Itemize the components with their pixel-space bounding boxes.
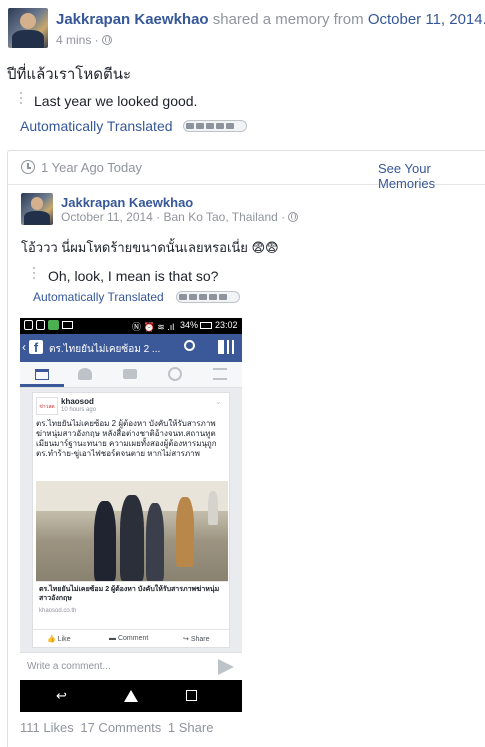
link-preview[interactable]: ตร.ไทยยันไม่เคยซ้อม 2 ผู้ต้องหา บังคับให… (36, 581, 228, 619)
engagement-counts: 111 Likes 17 Comments 1 Share (20, 720, 213, 735)
memory-date-location-text[interactable]: October 11, 2014 · Ban Ko Tao, Thailand … (61, 210, 285, 224)
comment-label: Comment (117, 635, 149, 642)
android-nav-bar: ↩ (20, 680, 242, 712)
comments-count[interactable]: 17 Comments (80, 720, 161, 735)
clock-history-icon (21, 160, 35, 174)
comment-bar: Write a comment... (20, 652, 242, 680)
person-figure (94, 501, 116, 581)
active-tab-indicator (20, 384, 64, 387)
post-text: ปีที่แล้วเราโหดตีนะ (7, 66, 132, 83)
share-label: Share (190, 636, 210, 643)
link-title: ตร.ไทยยันไม่เคยซ้อม 2 ผู้ต้องหา บังคับให… (39, 586, 220, 602)
home-icon (124, 690, 138, 702)
messages-icon (123, 369, 137, 379)
post-translation: Last year we looked good. (34, 93, 198, 109)
app-icon (24, 320, 33, 330)
translation-dots-icon (20, 92, 22, 107)
news-photo (36, 481, 228, 581)
translation-rating-icon[interactable] (183, 120, 247, 132)
share-headline: Jakkrapan Kaewkhao shared a memory from … (56, 11, 485, 28)
globe-notifications-icon (168, 367, 182, 381)
search-icon (184, 340, 195, 351)
auto-translated-link[interactable]: Automatically Translated (20, 118, 173, 134)
shares-count[interactable]: 1 Share (168, 720, 214, 735)
author-name-link[interactable]: Jakkrapan Kaewkhao (56, 11, 209, 28)
chevron-down-icon: ⌄ (215, 397, 222, 406)
post-actions: 👍 Like ▬ Comment ↪ Share (33, 629, 231, 647)
memory-date-location: October 11, 2014 · Ban Ko Tao, Thailand … (61, 210, 299, 224)
fb-page-title: ตร.ไทยยันไม่เคยซ้อม 2 ... (49, 344, 161, 355)
image-icon (62, 321, 73, 329)
send-icon[interactable] (218, 659, 234, 675)
like-label: Like (57, 636, 71, 643)
post-time-ago: 10 hours ago (61, 407, 97, 413)
person-figure (146, 503, 164, 581)
memory-label: 1 Year Ago Today (41, 160, 142, 175)
friends-icon (218, 340, 234, 354)
post-body: ตร.ไทยยันไม่เคยซ้อม 2 ผู้ต้องหา บังคับให… (36, 419, 217, 458)
back-chevron-icon: ‹ (22, 340, 26, 354)
facebook-logo-icon: f (29, 340, 43, 355)
memory-date-link[interactable]: October 11, 2014. (368, 11, 485, 28)
phone-clock: 23:02 (215, 320, 238, 330)
see-memories-link[interactable]: See Your Memories (378, 161, 485, 191)
recent-apps-icon (186, 690, 197, 701)
memory-auto-translated-link[interactable]: Automatically Translated (33, 290, 164, 304)
message-icon (48, 320, 59, 330)
author-avatar[interactable] (8, 8, 48, 48)
post-time[interactable]: 4 mins · (56, 33, 99, 47)
share-button[interactable]: ↪ Share (183, 635, 210, 643)
menu-icon (213, 368, 227, 380)
comment-button[interactable]: ▬ Comment (109, 635, 148, 642)
khaosod-logo-icon: ข่าวสด (36, 397, 58, 415)
memory-author-name[interactable]: Jakkrapan Kaewkhao (61, 195, 193, 210)
memory-translation: Oh, look, I mean is that so? (48, 268, 219, 284)
post-meta: 4 mins · (56, 33, 112, 47)
friends-tab-icon (78, 368, 92, 380)
news-feed-icon (35, 369, 49, 380)
memory-author-avatar[interactable] (21, 193, 53, 225)
memory-translation-rating-icon[interactable] (176, 291, 240, 303)
memory-post-text: โอ้ววว นี่ผมโหดร้ายขนาดนั้นเลยหรอเนี่ย 😨… (21, 240, 279, 255)
like-button[interactable]: 👍 Like (47, 635, 71, 643)
translation-dots-icon (33, 267, 35, 282)
shared-photo-screenshot[interactable]: Ⓝ ⏰ ≋ .ıl 34% 23:02 ‹ f ตร.ไทยยันไม่เคยซ… (20, 318, 242, 712)
post-source: khaosod (61, 397, 94, 406)
comment-input[interactable]: Write a comment... (27, 661, 111, 672)
phone-status-bar: Ⓝ ⏰ ≋ .ıl 34% 23:02 (20, 318, 242, 334)
back-icon: ↩ (56, 688, 67, 703)
battery-percent: 34% (180, 320, 199, 330)
link-domain: khaosod.co.th (39, 608, 77, 614)
fb-shared-post: ข่าวสด khaosod 10 hours ago ⌄ ตร.ไทยยันไ… (32, 392, 231, 648)
person-figure (176, 497, 194, 567)
app-icon (36, 320, 45, 330)
fb-title-bar: ‹ f ตร.ไทยยันไม่เคยซ้อม 2 ... (20, 334, 242, 362)
globe-icon (288, 212, 299, 222)
memory-card-header: 1 Year Ago Today See Your Memories (8, 151, 485, 191)
battery-icon (200, 322, 212, 329)
shared-text: shared a memory from (212, 11, 364, 28)
person-figure (120, 495, 144, 581)
likes-count[interactable]: 111 Likes (20, 720, 74, 735)
fb-tab-bar (20, 362, 242, 388)
globe-icon (101, 35, 112, 45)
person-figure (208, 491, 218, 525)
nfc-icon: Ⓝ ⏰ ≋ .ıl (132, 322, 175, 332)
